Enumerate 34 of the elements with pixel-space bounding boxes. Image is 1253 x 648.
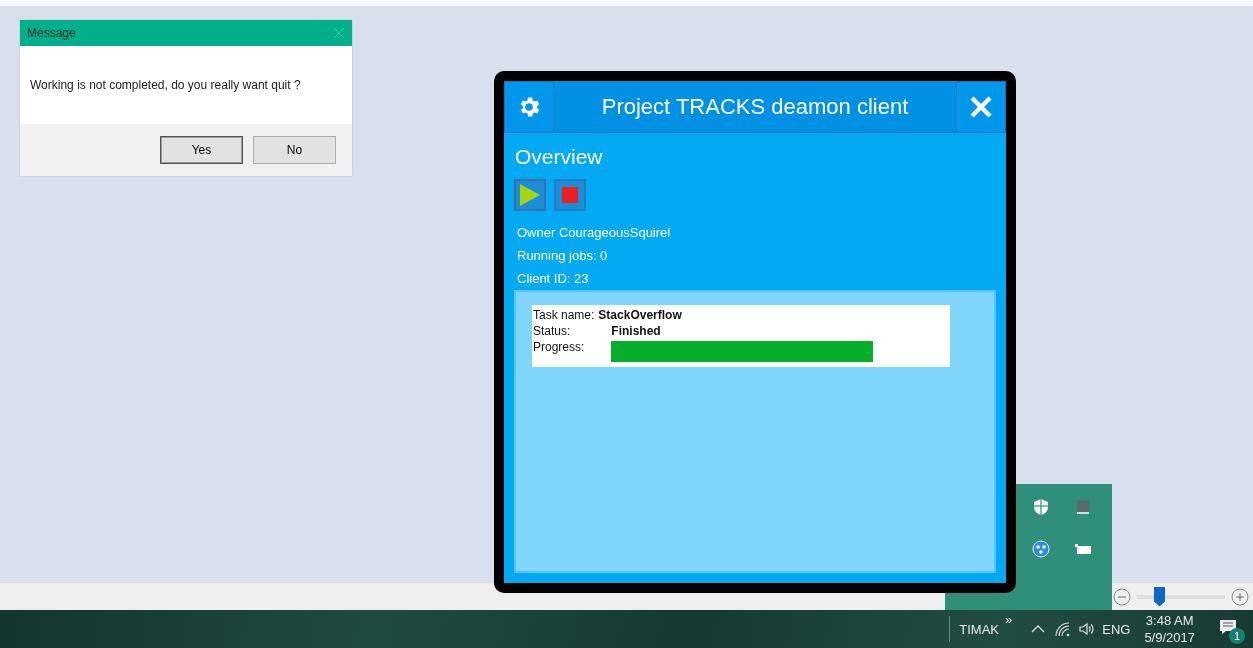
field-label: Status: xyxy=(533,323,572,339)
info-text: Running jobs: 0 xyxy=(517,247,609,265)
info-text: Owner CourageousSquirel xyxy=(517,224,672,242)
close-button[interactable] xyxy=(956,81,1006,133)
speaker-icon[interactable] xyxy=(1078,621,1095,637)
play-icon xyxy=(520,184,540,206)
zoom-in-icon[interactable] xyxy=(1231,587,1249,606)
slider-thumb[interactable] xyxy=(1154,586,1165,607)
clock[interactable]: 3:48 AM 5/9/2017 xyxy=(1144,612,1195,646)
clock-date: 5/9/2017 xyxy=(1144,629,1195,646)
task-status: Finished xyxy=(610,323,662,339)
shield-icon[interactable] xyxy=(1032,498,1050,516)
task-name: StackOverflow xyxy=(598,307,683,323)
dialog-button[interactable]: Yes xyxy=(160,136,243,164)
field-label: Progress: xyxy=(533,339,586,356)
dialog-title: Message xyxy=(27,26,76,40)
stop-icon xyxy=(562,187,578,203)
toolbar-chevron[interactable]: » xyxy=(1005,612,1013,627)
toolbar-label[interactable]: TIMAK xyxy=(959,621,999,637)
square-icon[interactable] xyxy=(1074,498,1092,516)
network-icon[interactable] xyxy=(1032,540,1050,558)
wifi-icon[interactable] xyxy=(1054,621,1071,637)
overview-heading: Overview xyxy=(515,145,604,169)
dialog-button[interactable]: No xyxy=(253,136,336,164)
language-indicator[interactable]: ENG xyxy=(1102,621,1131,637)
dialog-message: Working is not completed, do you really want quit ? xyxy=(29,77,302,94)
notification-count: 1 xyxy=(1229,628,1245,644)
zoom-out-icon[interactable] xyxy=(1113,587,1131,606)
field-label: Task name: xyxy=(533,307,595,323)
settings-button[interactable] xyxy=(504,81,554,133)
play-button[interactable] xyxy=(514,179,546,211)
info-text: Client ID: 23 xyxy=(517,270,590,288)
clock-time: 3:48 AM xyxy=(1145,612,1194,629)
close-icon xyxy=(970,96,992,118)
